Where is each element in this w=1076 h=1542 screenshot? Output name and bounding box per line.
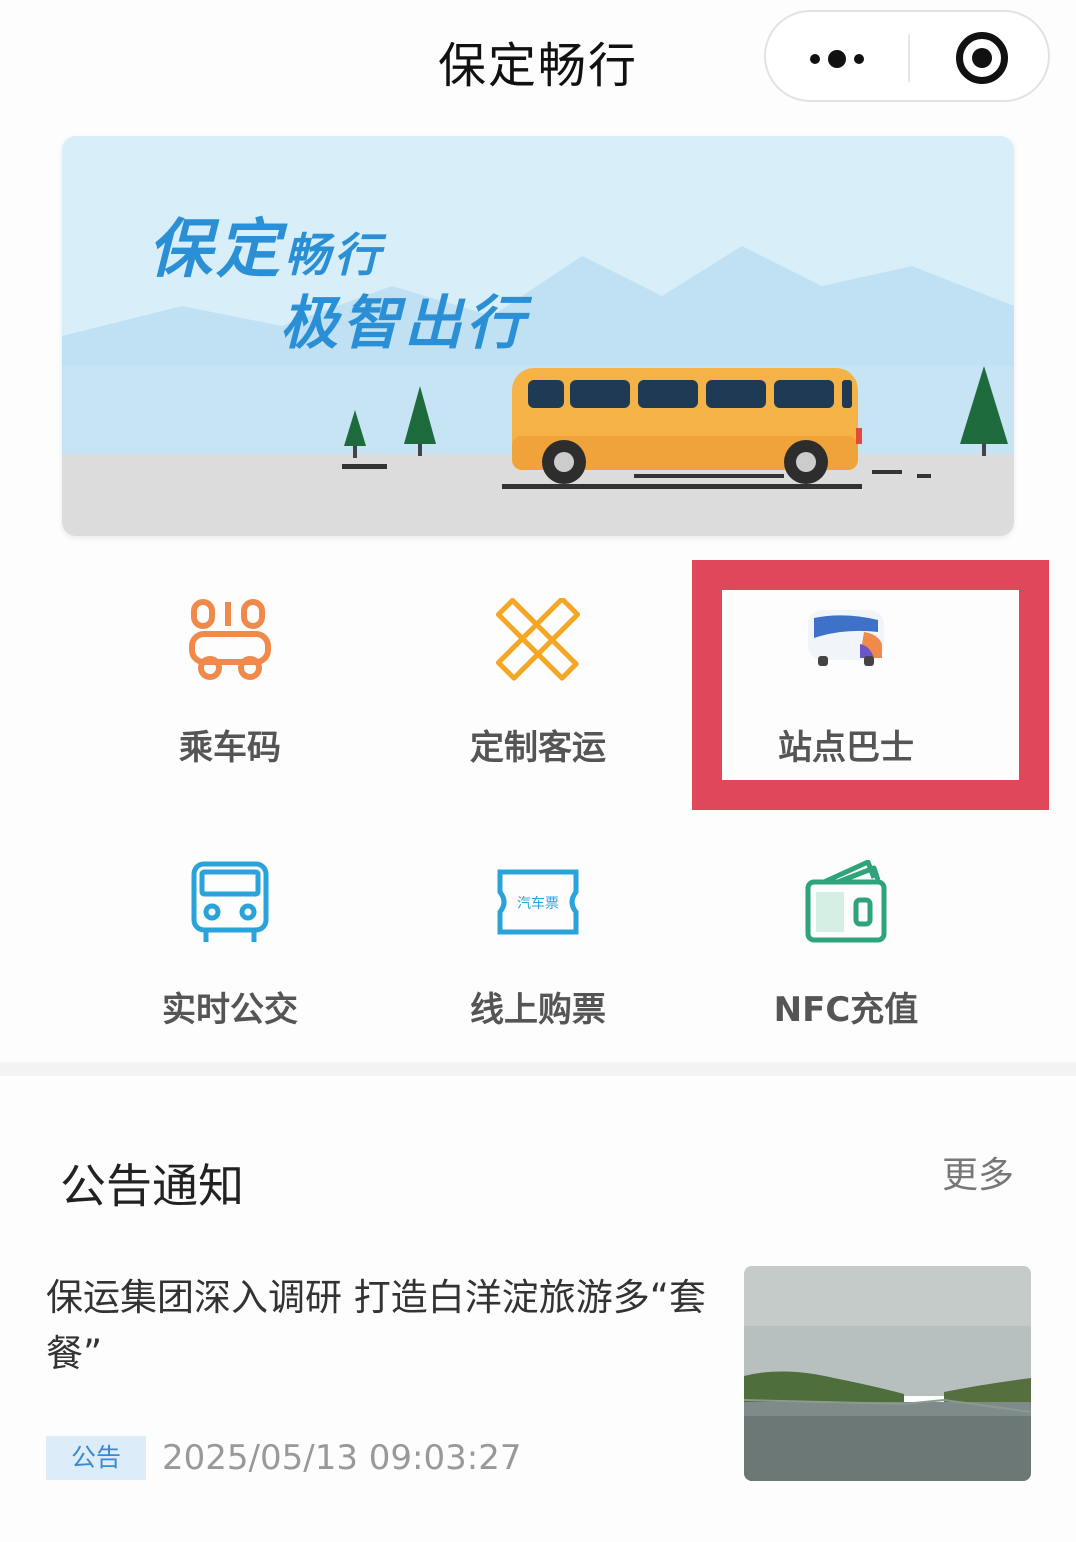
- grid-label: NFC充值: [773, 990, 919, 1030]
- banner-slogan-line2: 极智出行: [280, 289, 529, 357]
- ride-code-icon: [189, 599, 271, 680]
- section-title: 公告通知: [60, 1159, 244, 1213]
- grid-item-custom-transport[interactable]: 定制客运: [388, 568, 688, 798]
- grid-item-realtime-bus[interactable]: 实时公交: [80, 830, 380, 1060]
- ticket-icon-text: 汽车票: [517, 895, 559, 912]
- more-options-button[interactable]: [766, 12, 908, 100]
- news-thumbnail-image[interactable]: [744, 1266, 1031, 1481]
- grid-label: 定制客运: [470, 728, 606, 768]
- grid-item-nfc-recharge[interactable]: NFC充值: [696, 830, 996, 1060]
- news-tag-badge: 公告: [46, 1436, 146, 1480]
- capsule-divider: [908, 34, 910, 82]
- dot-icon: [828, 50, 846, 68]
- top-bar: 保定畅行: [0, 0, 1076, 112]
- realtime-bus-icon: [191, 861, 269, 942]
- section-divider: [0, 1062, 1076, 1076]
- grid-item-online-ticket[interactable]: 汽车票 线上购票: [388, 830, 688, 1060]
- ticket-icon: 汽车票: [497, 869, 579, 935]
- grid-label: 乘车码: [179, 728, 281, 768]
- grid-label: 线上购票: [470, 990, 606, 1030]
- news-timestamp: 2025/05/13 09:03:27: [162, 1438, 522, 1478]
- close-program-icon[interactable]: [956, 32, 1008, 84]
- grid-item-ride-code[interactable]: 乘车码: [80, 568, 380, 798]
- dot-icon: [810, 54, 820, 64]
- wallet-icon: [805, 860, 887, 943]
- dot-icon: [854, 54, 864, 64]
- news-title[interactable]: 保运集团深入调研 打造白洋淀旅游多“套餐”: [46, 1270, 706, 1382]
- grid-label: 实时公交: [162, 990, 298, 1030]
- mini-program-capsule: [764, 10, 1050, 102]
- highlight-box: [692, 560, 1049, 810]
- more-link[interactable]: 更多: [942, 1146, 1014, 1198]
- custom-transport-icon: [496, 598, 580, 681]
- banner-illustration: [62, 136, 1014, 536]
- promo-banner[interactable]: 保定畅行 极智出行: [62, 136, 1014, 536]
